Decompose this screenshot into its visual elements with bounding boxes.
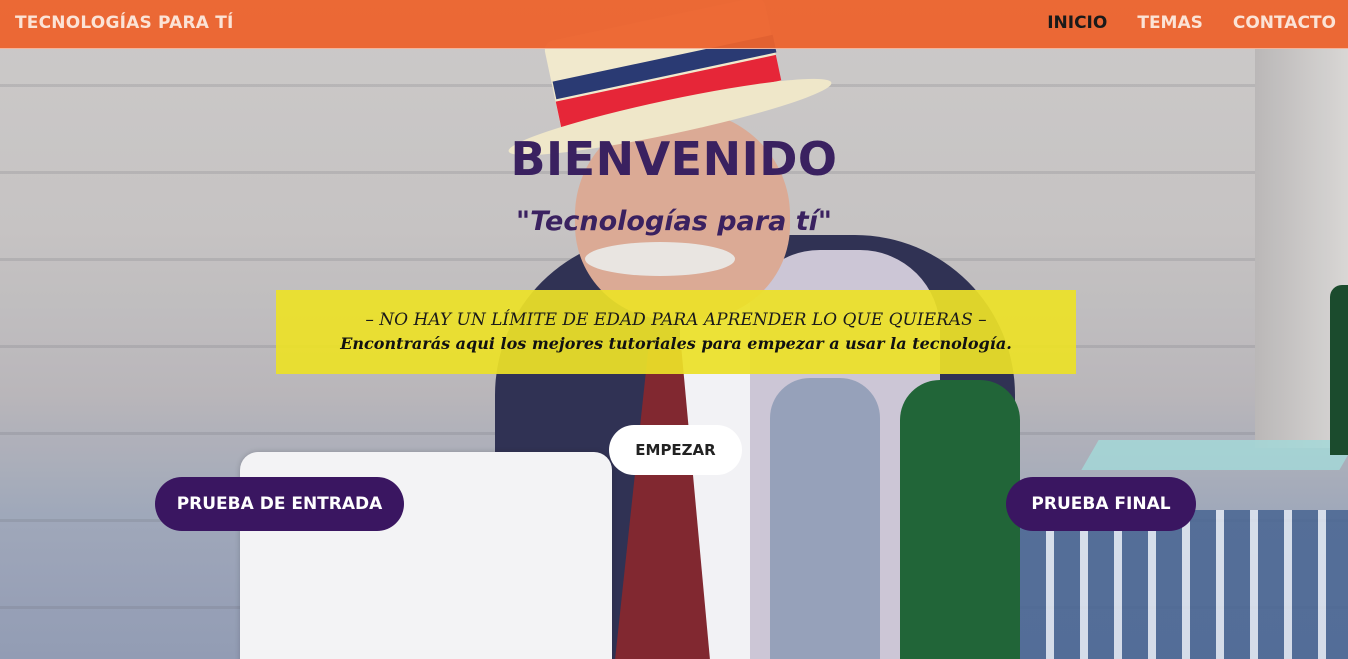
site-brand-link[interactable]: TECNOLOGÍAS PARA TÍ	[15, 13, 234, 33]
banner-description: Encontrarás aqui los mejores tutoriales …	[340, 334, 1012, 353]
banner-motto: – NO HAY UN LÍMITE DE EDAD PARA APRENDER…	[365, 310, 987, 330]
motto-banner: – NO HAY UN LÍMITE DE EDAD PARA APRENDER…	[276, 290, 1076, 374]
nav-link-temas[interactable]: TEMAS	[1137, 13, 1203, 33]
final-test-button[interactable]: PRUEBA FINAL	[1006, 477, 1196, 531]
top-navbar: TECNOLOGÍAS PARA TÍ INICIO TEMAS CONTACT…	[0, 0, 1348, 49]
nav-link-contacto[interactable]: CONTACTO	[1233, 13, 1336, 33]
start-button[interactable]: EMPEZAR	[609, 425, 742, 475]
nav-links: INICIO TEMAS CONTACTO	[1047, 13, 1336, 33]
page-title: BIENVENIDO	[510, 132, 838, 186]
nav-link-inicio[interactable]: INICIO	[1047, 13, 1107, 33]
page-subtitle: "Tecnologías para tí"	[516, 206, 832, 237]
entry-test-button[interactable]: PRUEBA DE ENTRADA	[155, 477, 404, 531]
